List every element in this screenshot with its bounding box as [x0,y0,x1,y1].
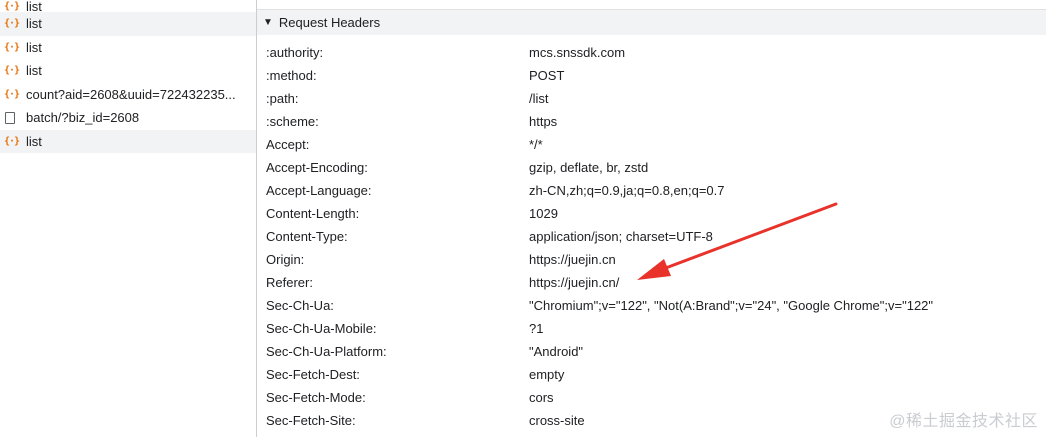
header-row: :authority: mcs.snssdk.com [257,41,1046,64]
header-value[interactable]: /list [529,91,549,106]
header-row: Referer: https://juejin.cn/ [257,271,1046,294]
header-name: :path: [266,91,299,106]
header-name: Content-Type: [266,229,348,244]
header-name: Sec-Ch-Ua-Platform: [266,344,387,359]
header-name: Sec-Fetch-Mode: [266,390,366,405]
triangle-down-icon: ▼ [263,17,273,28]
header-row: Sec-Ch-Ua-Mobile: ?1 [257,317,1046,340]
request-name: list [26,0,42,12]
header-name: Sec-Fetch-Dest: [266,367,360,382]
json-icon: {·} [4,65,20,77]
header-value[interactable]: mcs.snssdk.com [529,45,625,60]
header-value[interactable]: "Chromium";v="122", "Not(A:Brand";v="24"… [529,298,933,313]
header-row: Content-Length: 1029 [257,202,1046,225]
header-row: :method: POST [257,64,1046,87]
header-row: Accept: */* [257,133,1046,156]
header-value[interactable]: https://juejin.cn/ [529,275,619,290]
header-row: Content-Type: application/json; charset=U… [257,225,1046,248]
header-value[interactable]: empty [529,367,564,382]
request-list-item[interactable]: {·} list [0,129,256,153]
header-value[interactable]: "Android" [529,344,583,359]
section-title: Request Headers [278,15,381,30]
header-row: Sec-Fetch-Mode: cors [257,386,1046,409]
header-name: Sec-Ch-Ua: [266,298,334,313]
header-value[interactable]: application/json; charset=UTF-8 [529,229,713,244]
request-list-item[interactable]: {·} count?aid=2608&uuid=722432235... [0,83,256,107]
request-headers-section-toggle[interactable]: ▼ Request Headers [257,9,1046,35]
request-list-item[interactable]: {·} list [0,0,256,12]
header-value[interactable]: gzip, deflate, br, zstd [529,160,648,175]
header-name: :scheme: [266,114,319,129]
watermark: @稀土掘金技术社区 [889,413,1038,430]
header-name: :authority: [266,45,324,60]
request-name: list [26,16,42,32]
header-row: :path: /list [257,87,1046,110]
json-icon: {·} [4,0,20,12]
header-value[interactable]: cross-site [529,413,585,428]
request-list: {·} list {·} list {·} list {·} list {·} count?aid… [0,0,257,437]
request-name: list [26,133,42,149]
header-name: Origin: [266,252,305,267]
json-icon: {·} [4,135,20,147]
header-value[interactable]: https [529,114,557,129]
header-value[interactable]: POST [529,68,564,83]
request-name: list [26,39,42,55]
headers-panel: ▼ Request Headers :authority: mcs.snssdk.… [257,0,1046,437]
header-name: Accept-Encoding: [266,160,368,175]
header-name: Accept: [266,137,310,152]
header-row: Origin: https://juejin.cn [257,248,1046,271]
document-icon [5,112,15,125]
request-list-item[interactable]: {·} list [0,59,256,83]
header-name: Sec-Ch-Ua-Mobile: [266,321,377,336]
header-row: Accept-Language: zh-CN,zh;q=0.9,ja;q=0.8,… [257,179,1046,202]
header-row: Sec-Ch-Ua-Platform: "Android" [257,340,1046,363]
header-value[interactable]: cors [529,390,554,405]
header-name: :method: [266,68,317,83]
header-value[interactable]: zh-CN,zh;q=0.9,ja;q=0.8,en;q=0.7 [529,183,725,198]
json-icon: {·} [4,88,20,100]
request-list-item[interactable]: {·} list [0,36,256,60]
header-name: Sec-Fetch-Site: [266,413,356,428]
header-name: Referer: [266,275,313,290]
header-value[interactable]: ?1 [529,321,543,336]
header-value[interactable]: https://juejin.cn [529,252,616,267]
json-icon: {·} [4,18,20,30]
request-name: list [26,63,42,79]
request-list-item[interactable]: {·} list [0,12,256,36]
json-icon: {·} [4,41,20,53]
header-row: Sec-Ch-Ua: "Chromium";v="122", "Not(A:Bra… [257,294,1046,317]
request-list-item[interactable]: batch/?biz_id=2608 [0,106,256,130]
header-row: Accept-Encoding: gzip, deflate, br, zstd [257,156,1046,179]
header-name: Content-Length: [266,206,360,221]
header-name: Accept-Language: [266,183,372,198]
header-row: Sec-Fetch-Dest: empty [257,363,1046,386]
header-value[interactable]: 1029 [529,206,558,221]
request-name: batch/?biz_id=2608 [26,110,140,126]
header-value[interactable]: */* [529,137,543,152]
header-row: :scheme: https [257,110,1046,133]
request-name: count?aid=2608&uuid=722432235... [26,86,236,102]
